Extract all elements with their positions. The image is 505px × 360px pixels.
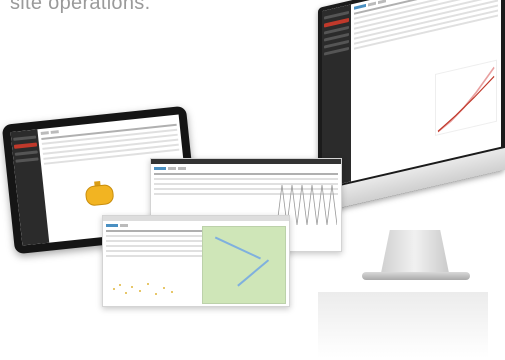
sidebar-item[interactable] bbox=[14, 150, 38, 156]
plot-point bbox=[147, 283, 149, 285]
plot-point bbox=[125, 292, 127, 294]
imac-display bbox=[318, 0, 505, 213]
toolbar-button[interactable] bbox=[50, 130, 59, 134]
toolbar-button[interactable] bbox=[168, 167, 176, 170]
table-row[interactable] bbox=[106, 235, 203, 237]
sidebar-item-active[interactable] bbox=[13, 142, 38, 149]
table-row[interactable] bbox=[106, 245, 203, 247]
plot-point bbox=[163, 287, 165, 289]
app-toolbar bbox=[106, 224, 203, 227]
toolbar-button[interactable] bbox=[40, 131, 49, 135]
table-row[interactable] bbox=[106, 255, 203, 257]
plot-point bbox=[131, 286, 133, 288]
table-header bbox=[106, 230, 203, 232]
plot-point bbox=[119, 284, 121, 286]
app-toolbar bbox=[154, 167, 338, 170]
toolbar-button[interactable] bbox=[106, 224, 118, 227]
toolbar-button[interactable] bbox=[178, 167, 186, 170]
sidebar-item[interactable] bbox=[13, 135, 37, 141]
sidebar-item[interactable] bbox=[15, 157, 39, 163]
toolbar-button[interactable] bbox=[154, 167, 166, 170]
plot-point bbox=[113, 288, 115, 290]
window-content bbox=[103, 221, 206, 263]
plot-point bbox=[171, 291, 173, 293]
plot-point bbox=[155, 293, 157, 295]
sidebar-item[interactable] bbox=[324, 46, 349, 56]
imac-base bbox=[362, 272, 470, 280]
map-view[interactable] bbox=[202, 226, 286, 304]
line-chart bbox=[434, 59, 497, 137]
toolbar-button[interactable] bbox=[353, 4, 366, 10]
map-road bbox=[215, 236, 262, 259]
caption-text: site operations. bbox=[10, 0, 151, 14]
map-road bbox=[237, 259, 269, 287]
chart-line bbox=[437, 66, 495, 133]
plot-point bbox=[139, 290, 141, 292]
imac-stand bbox=[380, 230, 450, 278]
browser-window-map bbox=[102, 215, 290, 307]
scatter-plot bbox=[109, 278, 183, 300]
toolbar-button[interactable] bbox=[377, 0, 386, 5]
toolbar-button[interactable] bbox=[367, 1, 376, 7]
table-row[interactable] bbox=[106, 240, 203, 242]
toolbar-button[interactable] bbox=[120, 224, 128, 227]
table-row[interactable] bbox=[106, 250, 203, 252]
